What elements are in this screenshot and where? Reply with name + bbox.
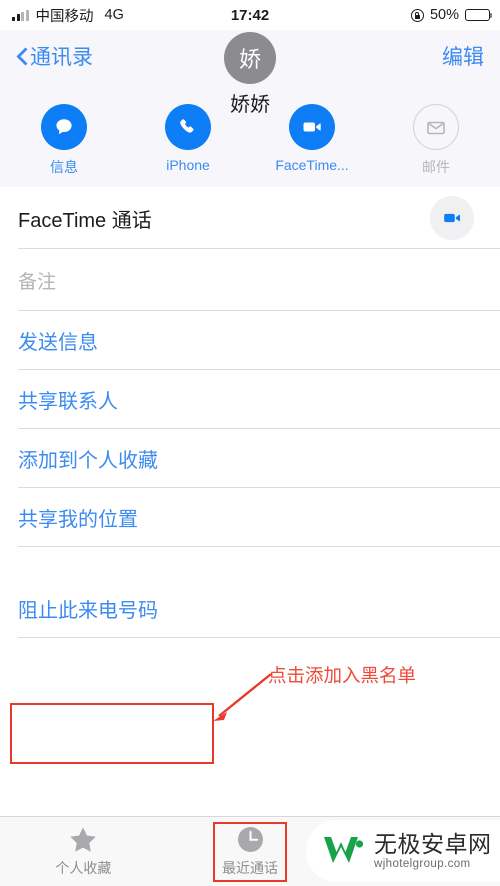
action-facetime-label: FaceTime... <box>275 157 349 173</box>
message-bubble-icon <box>41 104 87 150</box>
list-item-label: 添加到个人收藏 <box>18 450 158 472</box>
status-bar: 中国移动 4G 17:42 50% <box>0 0 500 30</box>
clock-icon <box>237 827 263 852</box>
chevron-left-icon <box>16 46 28 66</box>
quick-actions: 信息 iPhone FaceTime... 邮件 <box>0 82 500 177</box>
back-button[interactable]: 通讯录 <box>16 41 93 71</box>
avatar-initial: 娇 <box>238 47 261 72</box>
tab-favorites-label: 个人收藏 <box>55 860 112 876</box>
navigation-bar: 通讯录 娇 娇娇 编辑 <box>0 30 500 116</box>
list-item-share-location[interactable]: 共享我的位置 <box>0 488 500 547</box>
list-item-block-caller[interactable]: 阻止此来电号码 <box>0 579 500 638</box>
battery-percent-label: 50% <box>429 7 459 23</box>
action-message-label: 信息 <box>50 159 78 175</box>
signal-bars-icon <box>12 9 29 21</box>
tab-recents-label: 最近通话 <box>222 860 278 876</box>
action-phone-label: iPhone <box>166 157 210 173</box>
watermark-name: 无极安卓网 <box>374 831 492 858</box>
list-item-share-contact[interactable]: 共享联系人 <box>0 370 500 429</box>
block-caller-label: 阻止此来电号码 <box>18 600 158 622</box>
video-camera-icon <box>289 104 335 150</box>
carrier-label: 中国移动 <box>35 8 94 25</box>
facetime-row[interactable]: FaceTime 通话 <box>0 187 500 249</box>
status-bar-left: 中国移动 4G <box>12 5 124 26</box>
note-row[interactable]: 备注 <box>0 249 500 311</box>
phone-screen: 中国移动 4G 17:42 50% 通讯录 娇 娇娇 编辑 信息 iPhone … <box>0 0 500 886</box>
facetime-call-button[interactable] <box>430 196 474 240</box>
watermark-text: 无极安卓网 wjhotelgroup.com <box>374 831 492 871</box>
list-item-add-favorite[interactable]: 添加到个人收藏 <box>0 429 500 488</box>
phone-icon <box>165 104 211 150</box>
section-gap <box>0 547 500 579</box>
list-item-send-message[interactable]: 发送信息 <box>0 311 500 370</box>
edit-button[interactable]: 编辑 <box>442 41 484 71</box>
action-mail: 邮件 <box>400 104 472 177</box>
action-mail-label: 邮件 <box>422 159 450 175</box>
status-bar-right: 50% <box>410 7 493 23</box>
mail-envelope-icon <box>413 104 459 150</box>
list-item-label: 共享我的位置 <box>18 509 138 531</box>
watermark-url: wjhotelgroup.com <box>374 857 471 870</box>
action-facetime[interactable]: FaceTime... <box>275 104 349 177</box>
contact-header: 通讯录 娇 娇娇 编辑 信息 iPhone FaceTime... 邮件 <box>0 30 500 187</box>
note-placeholder: 备注 <box>18 271 57 293</box>
w-logo-icon <box>324 837 364 863</box>
tab-favorites[interactable]: 个人收藏 <box>0 825 167 878</box>
battery-icon <box>465 9 493 21</box>
network-type-label: 4G <box>104 7 124 23</box>
facetime-row-label: FaceTime 通话 <box>18 209 152 232</box>
list-item-label: 共享联系人 <box>18 391 118 413</box>
annotation-arrow-icon <box>213 673 272 721</box>
contact-detail-list: FaceTime 通话 备注 发送信息 共享联系人 添加到个人收藏 共享我的位置 <box>0 187 500 638</box>
annotation-box-block-caller <box>10 703 214 764</box>
star-icon <box>70 827 97 852</box>
action-phone[interactable]: iPhone <box>152 104 224 177</box>
list-item-label: 发送信息 <box>18 332 98 354</box>
avatar[interactable]: 娇 <box>224 32 276 84</box>
watermark: 无极安卓网 wjhotelgroup.com <box>306 820 500 882</box>
back-button-label: 通讯录 <box>30 46 93 69</box>
annotation-label: 点击添加入黑名单 <box>268 665 417 686</box>
action-message[interactable]: 信息 <box>28 104 100 177</box>
rotation-lock-icon <box>410 8 424 22</box>
